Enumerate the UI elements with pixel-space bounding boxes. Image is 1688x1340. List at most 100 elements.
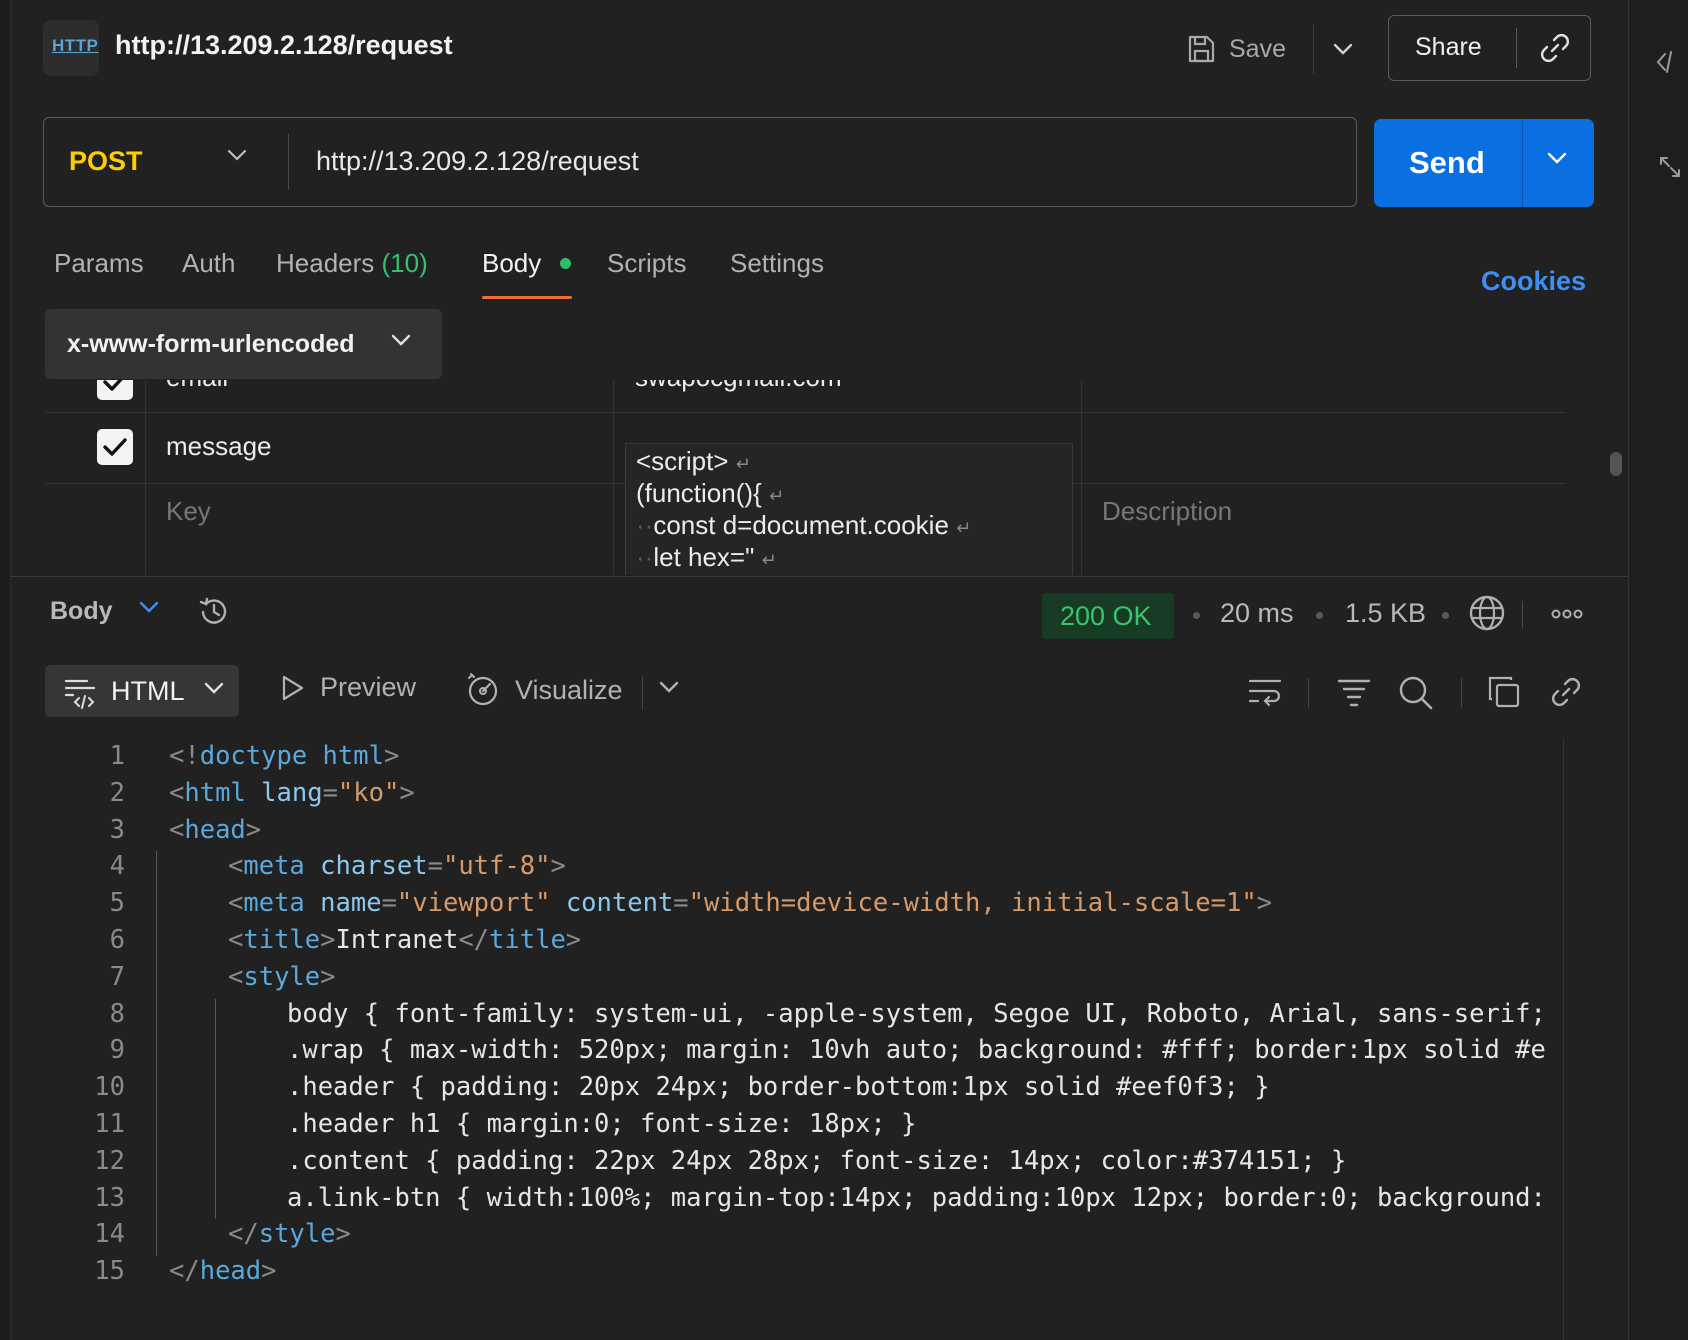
share-button[interactable]: Share [1388, 15, 1591, 81]
tab-headers-label: Headers [276, 248, 375, 278]
checkmark-icon [103, 438, 127, 456]
history-icon[interactable] [196, 594, 232, 630]
play-icon [282, 675, 304, 700]
link-icon[interactable] [1537, 30, 1573, 66]
chevron-down-icon[interactable] [658, 680, 680, 694]
line-number: 1 [109, 741, 125, 771]
more-icon[interactable] [1550, 604, 1584, 624]
code-snippet-icon[interactable] [1655, 48, 1683, 76]
separator-dot [1193, 612, 1200, 619]
tab-params[interactable]: Params [54, 248, 144, 279]
status-text: 200 OK [1060, 601, 1152, 631]
visualize-button[interactable]: Visualize [465, 672, 623, 708]
copy-icon[interactable] [1486, 674, 1522, 710]
response-size[interactable]: 1.5 KB [1345, 598, 1426, 629]
code-line: <!doctype html> [169, 741, 400, 771]
active-tab-indicator [482, 296, 572, 299]
chevron-down-icon [204, 682, 224, 694]
globe-icon[interactable] [1468, 594, 1506, 632]
body-type-select[interactable]: x-www-form-urlencoded [45, 309, 442, 379]
tab-headers[interactable]: Headers (10) [276, 248, 428, 279]
http-logo: HTTP [43, 20, 99, 76]
code-line: <style> [228, 961, 336, 992]
line-number: 6 [109, 925, 125, 955]
response-code-viewer[interactable]: 1 <!doctype html> 2 <html lang="ko"> 3 <head>… [45, 735, 1595, 1340]
key-placeholder[interactable]: Key [166, 496, 211, 527]
line-number: 7 [109, 961, 125, 992]
status-badge[interactable]: 200 OK [1042, 593, 1174, 639]
row-key[interactable]: email [166, 380, 228, 393]
checkmark-icon [103, 380, 123, 391]
save-options-button[interactable] [1313, 24, 1372, 74]
line-number: 9 [109, 1035, 125, 1066]
tab-body[interactable]: Body [482, 248, 541, 279]
filter-icon[interactable] [1336, 674, 1372, 710]
row-value[interactable]: swapocgmail.com [635, 380, 842, 393]
pane-resize-handle[interactable] [10, 576, 1628, 577]
value-line: <script> [636, 446, 729, 476]
row-key[interactable]: message [166, 431, 272, 462]
save-label: Save [1229, 34, 1286, 63]
code-line: .header { padding: 20px 24px; border-bot… [287, 1072, 1270, 1103]
message-value-editor[interactable]: <script> ↵ (function(){ ↵ ··const d=docu… [625, 443, 1073, 575]
format-select[interactable]: HTML [45, 665, 239, 717]
description-placeholder[interactable]: Description [1102, 496, 1232, 527]
toolbar-divider [1461, 678, 1462, 708]
line-number: 4 [109, 851, 125, 882]
tab-auth[interactable]: Auth [182, 248, 236, 279]
wrap-lines-icon[interactable] [1246, 674, 1284, 710]
line-number: 13 [94, 1182, 125, 1213]
line-number: 15 [94, 1256, 125, 1287]
tab-settings[interactable]: Settings [730, 248, 824, 279]
code-scroll-track[interactable] [1563, 738, 1564, 1340]
search-icon[interactable] [1397, 674, 1435, 712]
value-line: const d=document.cookie [653, 510, 949, 540]
code-line: body { font-family: system-ui, -apple-sy… [287, 998, 1546, 1029]
response-time[interactable]: 20 ms [1220, 598, 1294, 629]
method-select[interactable]: POST [69, 146, 143, 177]
expand-icon[interactable] [1657, 154, 1683, 180]
sidebar-edge [0, 0, 11, 1340]
chevron-down-icon [1333, 43, 1353, 55]
value-line: let hex=" [653, 542, 755, 572]
request-title[interactable]: http://13.209.2.128/request [115, 30, 453, 61]
url-input[interactable]: http://13.209.2.128/request [316, 146, 639, 177]
send-button[interactable]: Send [1374, 119, 1594, 207]
code-line: <meta charset="utf-8"> [228, 851, 566, 882]
table-scrollbar[interactable] [1610, 452, 1622, 476]
http-logo-text: HTTP [52, 36, 99, 55]
newline-icon: ↵ [768, 486, 785, 506]
newline-icon: ↵ [735, 454, 751, 474]
url-bar: POST http://13.209.2.128/request [43, 117, 1357, 207]
chevron-down-icon[interactable] [226, 148, 248, 162]
tab-scripts[interactable]: Scripts [607, 248, 686, 279]
line-number: 8 [109, 998, 125, 1029]
send-label: Send [1409, 145, 1485, 180]
response-section-label[interactable]: Body [50, 597, 113, 626]
newline-icon: ↵ [956, 518, 972, 538]
indent-guide [156, 851, 157, 1257]
meta-divider [1522, 601, 1523, 629]
save-button[interactable]: Save [1185, 24, 1286, 74]
code-line: <title>Intranet</title> [228, 925, 582, 955]
line-number: 12 [94, 1145, 125, 1176]
cookies-link[interactable]: Cookies [1481, 266, 1586, 297]
headers-count-badge: (10) [381, 248, 428, 278]
code-line: .wrap { max-width: 520px; margin: 10vh a… [287, 1035, 1546, 1066]
line-number: 3 [109, 814, 125, 845]
code-line: </head> [169, 1256, 277, 1287]
chevron-down-icon[interactable] [138, 600, 160, 614]
row-checkbox[interactable] [97, 380, 133, 400]
url-divider [288, 134, 289, 190]
row-checkbox[interactable] [97, 429, 133, 465]
toolbar-divider [642, 676, 643, 710]
preview-button[interactable]: Preview [278, 672, 416, 703]
chevron-down-icon[interactable] [1546, 151, 1568, 165]
visualize-label: Visualize [515, 674, 623, 705]
visualize-icon [468, 673, 498, 706]
code-line: .header h1 { margin:0; font-size: 18px; … [287, 1109, 917, 1139]
form-table: email swapocgmail.com message Key Descri… [45, 380, 1565, 575]
code-line: .content { padding: 22px 24px 28px; font… [287, 1145, 1347, 1176]
link-icon[interactable] [1548, 674, 1584, 710]
code-line: <meta name="viewport" content="width=dev… [228, 888, 1273, 919]
